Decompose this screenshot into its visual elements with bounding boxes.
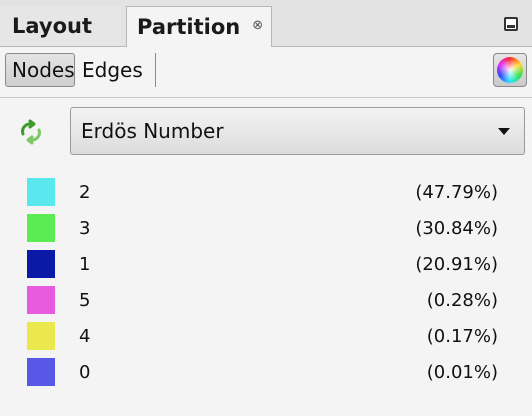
partition-percent: (0.17%) [426, 326, 498, 347]
edges-toggle-button[interactable]: Edges [76, 53, 156, 87]
partition-value: 2 [79, 182, 91, 203]
mode-toolbar: Nodes Edges [0, 47, 532, 98]
color-swatch[interactable] [27, 178, 55, 206]
partition-row[interactable]: 5 (0.28%) [0, 283, 532, 319]
partition-row[interactable]: 3 (30.84%) [0, 211, 532, 247]
partition-row[interactable]: 0 (0.01%) [0, 355, 532, 391]
attribute-dropdown-value: Erdös Number [81, 119, 224, 143]
partition-value: 4 [79, 326, 91, 347]
partition-percent: (0.01%) [426, 362, 498, 383]
partition-percent: (47.79%) [415, 182, 498, 203]
nodes-toggle-button[interactable]: Nodes [5, 53, 75, 87]
color-palette-button[interactable] [493, 53, 527, 87]
refresh-icon[interactable] [18, 119, 44, 145]
tab-layout-label: Layout [12, 14, 93, 38]
partition-percent: (20.91%) [415, 254, 498, 275]
partition-list: 2 (47.79%) 3 (30.84%) 1 (20.91%) 5 (0.28… [0, 175, 532, 391]
color-wheel-icon [497, 57, 523, 83]
partition-value: 1 [79, 254, 91, 275]
partition-value: 0 [79, 362, 91, 383]
color-swatch[interactable] [27, 214, 55, 242]
tab-layout[interactable]: Layout [0, 6, 121, 46]
color-swatch[interactable] [27, 358, 55, 386]
chevron-down-icon [498, 128, 510, 135]
attribute-dropdown[interactable]: Erdös Number [70, 107, 525, 155]
partition-row[interactable]: 2 (47.79%) [0, 175, 532, 211]
partition-row[interactable]: 4 (0.17%) [0, 319, 532, 355]
panel-tab-strip: Layout Partition ⊗ [0, 0, 532, 47]
tab-close-icon[interactable]: ⊗ [252, 18, 263, 33]
partition-value: 3 [79, 218, 91, 239]
color-swatch[interactable] [27, 286, 55, 314]
color-swatch[interactable] [27, 322, 55, 350]
partition-row[interactable]: 1 (20.91%) [0, 247, 532, 283]
partition-value: 5 [79, 290, 91, 311]
tab-partition[interactable]: Partition ⊗ [126, 6, 272, 47]
minimize-window-icon[interactable] [504, 17, 518, 31]
color-swatch[interactable] [27, 250, 55, 278]
attribute-selector-row: Erdös Number [0, 107, 532, 155]
partition-percent: (0.28%) [426, 290, 498, 311]
tab-partition-label: Partition [137, 15, 241, 39]
partition-percent: (30.84%) [415, 218, 498, 239]
